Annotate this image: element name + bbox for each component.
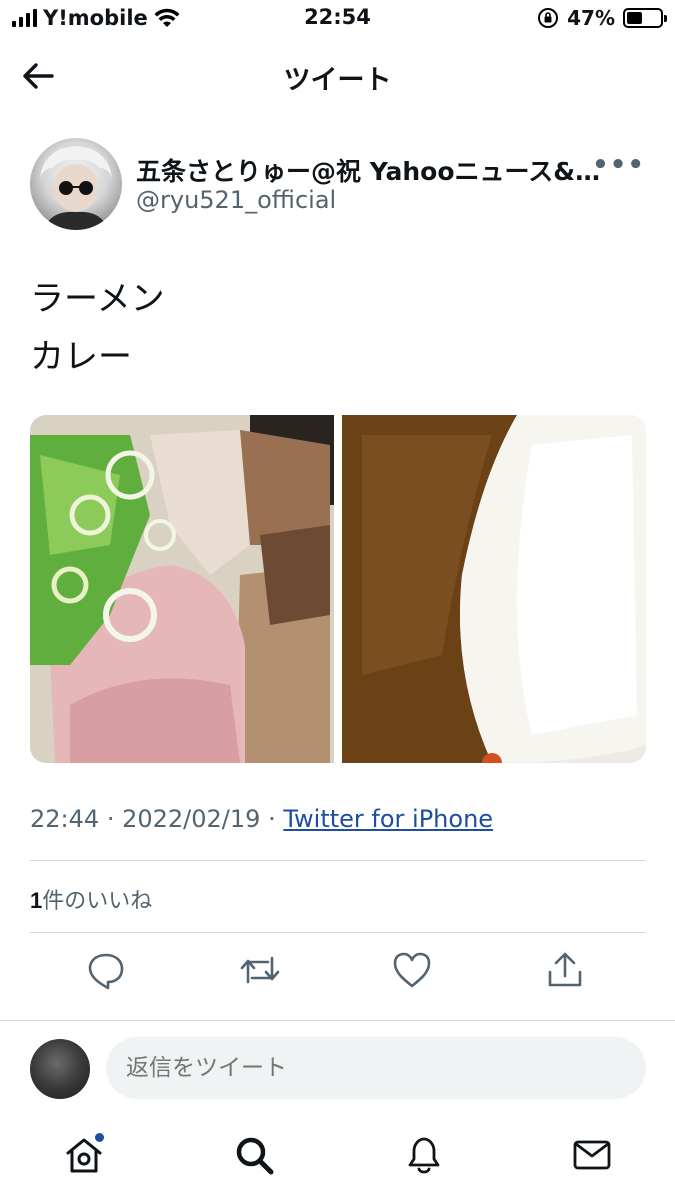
author-avatar[interactable]: [30, 138, 122, 230]
more-options-icon[interactable]: •••: [592, 150, 645, 180]
likes-count: 1: [30, 888, 43, 913]
tab-home[interactable]: [62, 1133, 106, 1177]
ramen-image: [30, 415, 334, 763]
media-photo-curry[interactable]: [342, 415, 646, 763]
likes-label: 件のいいね: [42, 889, 153, 914]
share-icon[interactable]: [543, 948, 587, 992]
notification-dot: [95, 1133, 104, 1142]
bottom-tab-bar: [0, 1115, 675, 1200]
tweet-media: [30, 415, 646, 763]
tweet-meta: 22:44 · 2022/02/19 · Twitter for iPhone: [30, 805, 493, 833]
orientation-lock-icon: [538, 8, 559, 28]
divider: [30, 932, 646, 933]
reply-input[interactable]: [106, 1037, 646, 1099]
author-handle[interactable]: @ryu521_official: [136, 186, 336, 214]
media-photo-ramen[interactable]: [30, 415, 334, 763]
status-bar-right: 47%: [537, 6, 667, 30]
tab-messages[interactable]: [570, 1133, 614, 1177]
tweet-text-line: カレー: [30, 337, 132, 377]
notifications-icon: [408, 1137, 440, 1174]
tab-notifications[interactable]: [402, 1133, 446, 1177]
tweet-time: 22:44: [30, 805, 100, 833]
tweet-date: 2022/02/19: [122, 805, 261, 833]
tweet-header: ツイート: [0, 44, 675, 108]
battery-icon: [623, 8, 667, 28]
retweet-icon[interactable]: [238, 948, 282, 992]
meta-separator: ·: [106, 805, 115, 833]
likes-count-link[interactable]: 1件のいいね: [30, 883, 152, 915]
current-user-avatar[interactable]: [30, 1039, 90, 1099]
reply-bar: [0, 1020, 675, 1115]
search-icon: [236, 1137, 274, 1175]
curry-image: [342, 415, 646, 763]
tweet-actions: [0, 948, 675, 996]
battery-percent: 47%: [567, 6, 615, 30]
page-title: ツイート: [283, 65, 392, 96]
tweet-text: ラーメン カレー: [30, 270, 165, 386]
tab-search[interactable]: [232, 1133, 276, 1177]
tweet-text-line: ラーメン: [30, 279, 165, 319]
reply-icon[interactable]: [84, 948, 128, 992]
tweet-source-link[interactable]: Twitter for iPhone: [283, 805, 493, 833]
like-icon[interactable]: [390, 948, 434, 992]
meta-separator: ·: [268, 805, 276, 833]
divider: [30, 860, 646, 861]
status-bar: Y!mobile 22:54 47%: [0, 0, 675, 38]
author-name[interactable]: 五条さとりゅー@祝 Yahooニュース&…: [136, 152, 600, 188]
author-avatar-image: [40, 146, 112, 230]
messages-icon: [573, 1140, 611, 1170]
